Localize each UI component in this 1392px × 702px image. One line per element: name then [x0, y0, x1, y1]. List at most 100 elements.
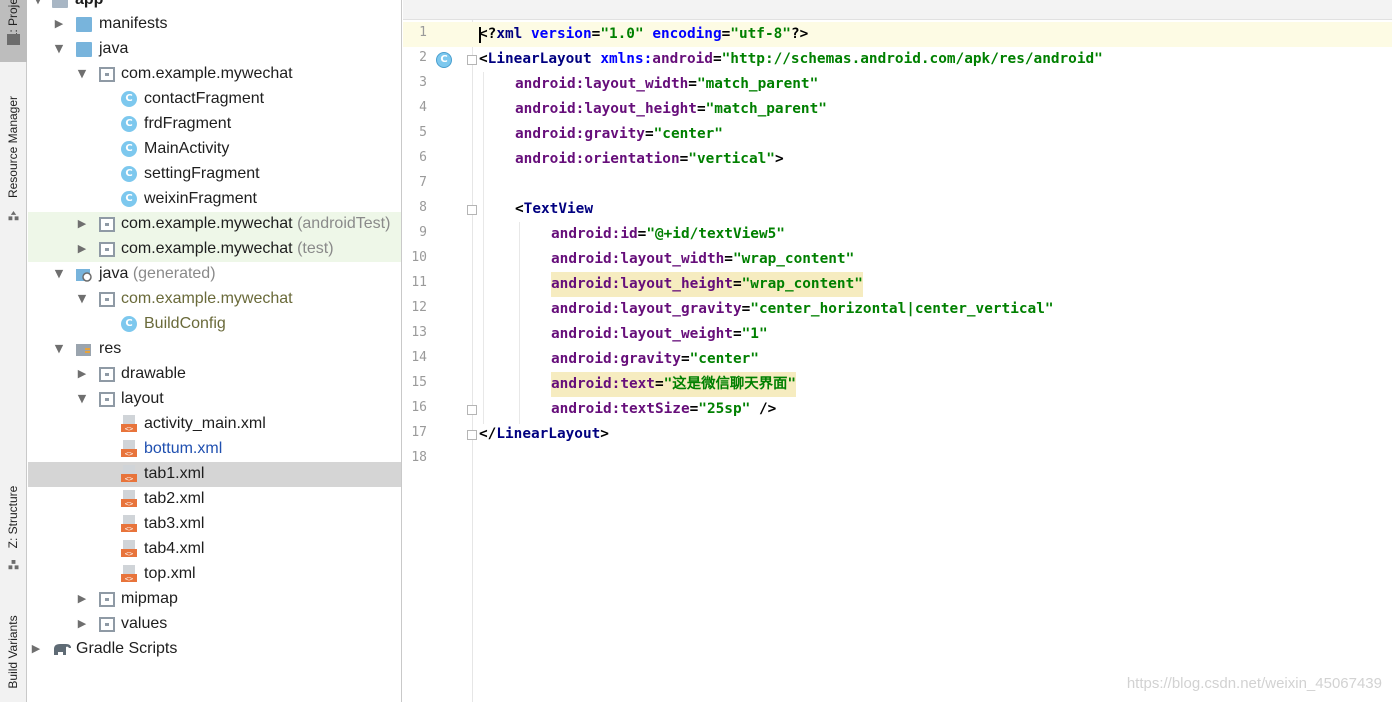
gradle-elephant-icon: [54, 644, 71, 655]
tree-item-gradle-scripts[interactable]: ▶ Gradle Scripts: [28, 637, 401, 662]
collapsed-arrow-icon[interactable]: ▶: [30, 643, 42, 655]
token: LinearLayout: [496, 426, 601, 442]
tree-item-layout[interactable]: ▼ layout: [28, 387, 401, 412]
tree-item-manifests[interactable]: ▶ manifests: [28, 12, 401, 37]
tree-item-xml-file[interactable]: <> tab3.xml: [28, 512, 401, 537]
xml-file-icon: <>: [121, 415, 137, 433]
token: "wrap_content": [732, 251, 855, 267]
token: =: [721, 26, 731, 42]
tree-item-label: mipmap: [121, 590, 178, 607]
tree-item-drawable[interactable]: ▶ drawable: [28, 362, 401, 387]
expanded-arrow-icon[interactable]: ▼: [53, 43, 65, 55]
package-name: com.example.mywechat: [121, 240, 293, 257]
token: android:: [551, 351, 621, 367]
tree-item-class[interactable]: C MainActivity: [28, 137, 401, 162]
token: encoding: [652, 26, 722, 42]
tree-item-res[interactable]: ▼ res: [28, 337, 401, 362]
expanded-arrow-icon[interactable]: ▼: [76, 293, 88, 305]
editor-tab-bar: [403, 0, 1392, 20]
package-name: com.example.mywechat: [121, 215, 293, 232]
collapsed-arrow-icon[interactable]: ▶: [53, 18, 65, 30]
token: "25sp": [698, 401, 751, 417]
svg-text:<>: <>: [125, 525, 133, 533]
line-number: 17: [411, 425, 427, 440]
resource-folder-icon: [76, 344, 91, 356]
line-number: 2: [419, 50, 427, 65]
code-line-4: android:layout_height="match_parent": [515, 97, 827, 122]
tree-item-label: com.example.mywechat (androidTest): [121, 215, 390, 233]
tree-item-xml-file[interactable]: <> tab2.xml: [28, 487, 401, 512]
tree-item-class[interactable]: C frdFragment: [28, 112, 401, 137]
class-gutter-icon[interactable]: C: [436, 52, 452, 68]
resource-manager-tool-tab[interactable]: Resource Manager: [0, 85, 27, 230]
expanded-arrow-icon[interactable]: ▼: [53, 268, 65, 280]
tree-item-label: layout: [121, 390, 164, 407]
tree-item-java[interactable]: ▼ java: [28, 37, 401, 62]
line-number: 11: [411, 275, 427, 290]
expanded-arrow-icon[interactable]: ▼: [32, 0, 44, 6]
structure-tool-tab[interactable]: Z: Structure: [0, 475, 27, 575]
tree-item-values[interactable]: ▶ values: [28, 612, 401, 637]
token: android:: [515, 126, 585, 142]
token: gravity: [584, 126, 645, 142]
collapsed-arrow-icon[interactable]: ▶: [76, 368, 88, 380]
collapsed-arrow-icon[interactable]: ▶: [76, 593, 88, 605]
token: textSize: [620, 401, 690, 417]
fold-marker-icon[interactable]: [467, 430, 477, 440]
tree-item-label: tab4.xml: [144, 540, 205, 557]
line-number: 4: [419, 100, 427, 115]
tree-item-build-config[interactable]: C BuildConfig: [28, 312, 401, 337]
fold-marker-icon[interactable]: [467, 205, 477, 215]
project-tool-tab[interactable]: 1: Project: [0, 0, 27, 62]
tree-item-mipmap[interactable]: ▶ mipmap: [28, 587, 401, 612]
tree-item-java-generated[interactable]: ▼ java (generated): [28, 262, 401, 287]
tree-item-package-main[interactable]: ▼ com.example.mywechat: [28, 62, 401, 87]
expanded-arrow-icon[interactable]: ▼: [53, 343, 65, 355]
svg-text:<>: <>: [125, 500, 133, 508]
tree-item-label: top.xml: [144, 565, 196, 582]
build-variants-tool-tab[interactable]: Build Variants: [0, 600, 27, 700]
token: >: [774, 151, 784, 167]
token: android: [652, 51, 713, 67]
fold-marker-icon[interactable]: [467, 405, 477, 415]
expanded-arrow-icon[interactable]: ▼: [76, 393, 88, 405]
token: xml: [496, 26, 531, 42]
line-number: 10: [411, 250, 427, 265]
tree-item-xml-file[interactable]: <> bottum.xml: [28, 437, 401, 462]
expanded-arrow-icon[interactable]: ▼: [76, 68, 88, 80]
resource-manager-tab-label: Resource Manager: [6, 95, 20, 199]
collapsed-arrow-icon[interactable]: ▶: [76, 218, 88, 230]
collapsed-arrow-icon[interactable]: ▶: [76, 243, 88, 255]
tree-item-package-android-test[interactable]: ▶ com.example.mywechat (androidTest): [28, 212, 401, 237]
token: android:: [551, 276, 621, 292]
fold-marker-icon[interactable]: [467, 55, 477, 65]
tree-item-xml-file[interactable]: <> top.xml: [28, 562, 401, 587]
xml-file-icon: <>: [121, 515, 137, 533]
token: =: [688, 76, 697, 92]
tree-item-xml-file-selected[interactable]: <> tab1.xml: [28, 462, 401, 487]
project-tree: ▼ app ▶ manifests ▼ java ▼ com.example.m…: [28, 0, 402, 702]
token: layout_height: [584, 101, 697, 117]
token: =: [689, 401, 699, 417]
line-number: 6: [419, 150, 427, 165]
token: =: [680, 351, 690, 367]
tree-item-class[interactable]: C weixinFragment: [28, 187, 401, 212]
token: gravity: [620, 351, 681, 367]
tree-item-package-test[interactable]: ▶ com.example.mywechat (test): [28, 237, 401, 262]
token: "center": [653, 126, 723, 142]
tree-item-class[interactable]: C contactFragment: [28, 87, 401, 112]
tree-item-xml-file[interactable]: <> activity_main.xml: [28, 412, 401, 437]
tree-item-class[interactable]: C settingFragment: [28, 162, 401, 187]
token: android:: [551, 326, 621, 342]
watermark-text: https://blog.csdn.net/weixin_45067439: [1126, 675, 1382, 692]
xml-file-icon: <>: [121, 440, 137, 458]
token: =: [654, 376, 664, 392]
tool-window-strip: 1: Project Resource Manager Z: Structure…: [0, 0, 27, 702]
tree-item-label: tab3.xml: [144, 515, 205, 532]
tree-item-xml-file[interactable]: <> tab4.xml: [28, 537, 401, 562]
code-editor[interactable]: 1 2 3 4 5 6 7 8 9 10 11 12 13 14 15 16 1…: [403, 0, 1392, 702]
collapsed-arrow-icon[interactable]: ▶: [76, 618, 88, 630]
class-icon: C: [121, 141, 137, 157]
tree-item-package-generated[interactable]: ▼ com.example.mywechat: [28, 287, 401, 312]
